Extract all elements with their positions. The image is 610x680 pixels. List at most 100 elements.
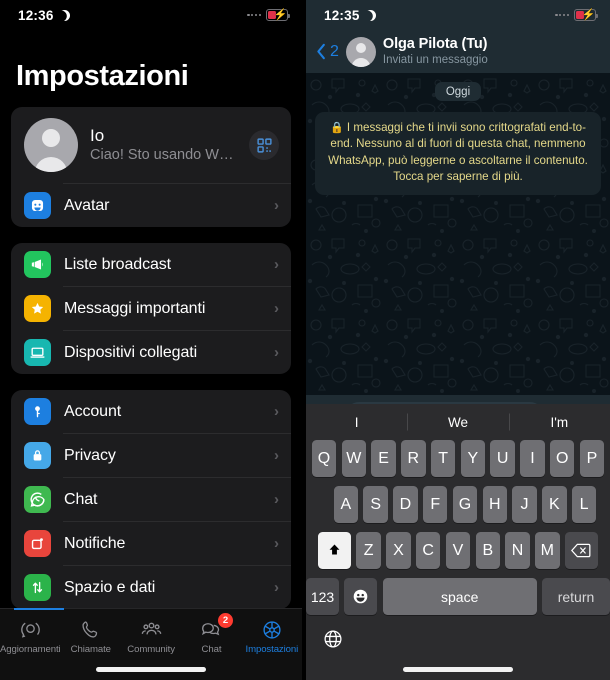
status-rings-icon xyxy=(20,618,41,641)
lock-emoji: 🔒 xyxy=(329,122,344,134)
return-key[interactable]: return xyxy=(542,578,610,615)
sidebar-item-notifiche[interactable]: Notifiche › xyxy=(11,522,291,565)
person-avatar-icon[interactable] xyxy=(345,36,376,67)
qr-code-icon[interactable] xyxy=(249,130,279,160)
keyboard-bottom-row xyxy=(306,624,610,672)
signal-dots-icon xyxy=(555,13,569,17)
shift-up-icon[interactable] xyxy=(318,532,352,569)
smiley-icon[interactable] xyxy=(344,578,378,615)
settings-screen: 12:36 ⚡ Impostazioni Io Ciao! Sto usando… xyxy=(0,0,302,680)
chevron-right-icon: › xyxy=(274,491,279,508)
key-t[interactable]: T xyxy=(430,440,456,477)
status-bar-right: 12:35 ⚡ xyxy=(306,0,610,30)
contact-name: Olga Pilota (Tu) xyxy=(382,36,488,52)
tab-chiamate[interactable]: Chiamate xyxy=(61,618,121,655)
tab-impostazioni[interactable]: Impostazioni xyxy=(242,618,302,655)
key-h[interactable]: H xyxy=(482,486,507,523)
chevron-right-icon: › xyxy=(274,535,279,552)
encryption-notice-text: I messaggi che ti invii sono crittografa… xyxy=(328,121,588,184)
key-w[interactable]: W xyxy=(341,440,366,477)
key-l[interactable]: L xyxy=(571,486,597,523)
suggestion-item[interactable]: We xyxy=(407,415,508,430)
key-n[interactable]: N xyxy=(505,532,530,569)
sidebar-item-chat[interactable]: Chat › xyxy=(11,478,291,521)
key-e[interactable]: E xyxy=(371,440,396,477)
row-label: Notifiche xyxy=(64,534,126,552)
keyboard-row-4: 123 space return xyxy=(306,578,610,615)
chat-screen: 12:35 ⚡ 2 Olga Pilota (Tu) Inviati un me… xyxy=(306,0,610,680)
key-o[interactable]: O xyxy=(550,440,575,477)
bottom-tab-bar: Aggiornamenti Chiamate Community 2 Chat … xyxy=(0,608,302,680)
globe-icon[interactable] xyxy=(322,628,344,655)
backspace-icon[interactable] xyxy=(564,532,598,569)
sidebar-item-spazio-e-dati[interactable]: Spazio e dati › xyxy=(11,566,291,609)
key-c[interactable]: C xyxy=(416,532,441,569)
back-button[interactable]: 2 xyxy=(315,42,339,61)
status-bar-left: 12:36 ⚡ xyxy=(0,0,302,30)
row-label: Avatar xyxy=(64,196,110,214)
row-label: Chat xyxy=(64,490,98,508)
key-m[interactable]: M xyxy=(535,532,560,569)
arrows-updown-icon xyxy=(24,574,51,601)
page-title: Impostazioni xyxy=(16,60,189,92)
key-b[interactable]: B xyxy=(475,532,500,569)
key-j[interactable]: J xyxy=(512,486,537,523)
crescent-moon-icon xyxy=(59,10,70,21)
crescent-moon-icon xyxy=(365,10,376,21)
phone-icon xyxy=(80,618,101,641)
laptop-icon xyxy=(24,339,51,366)
chat-header: 2 Olga Pilota (Tu) Inviati un messaggio xyxy=(306,30,610,73)
status-right-group: ⚡ xyxy=(555,9,599,21)
key-y[interactable]: Y xyxy=(460,440,486,477)
key-x[interactable]: X xyxy=(386,532,411,569)
contact-subtitle: Inviati un messaggio xyxy=(382,54,488,66)
profile-group: Io Ciao! Sto usando Whats... xyxy=(11,107,291,227)
chat-title-block[interactable]: Olga Pilota (Tu) Inviati un messaggio xyxy=(383,36,488,67)
tab-community[interactable]: Community xyxy=(121,618,181,655)
signal-dots-icon xyxy=(247,13,261,17)
key-p[interactable]: P xyxy=(579,440,605,477)
key-s[interactable]: S xyxy=(363,486,388,523)
key-q[interactable]: Q xyxy=(311,440,337,477)
suggestion-item[interactable]: I xyxy=(306,415,407,430)
space-key[interactable]: space xyxy=(382,578,537,615)
key-u[interactable]: U xyxy=(490,440,515,477)
status-left-group: 12:35 xyxy=(324,8,376,23)
profile-row[interactable]: Io Ciao! Sto usando Whats... xyxy=(11,107,291,183)
bell-icon xyxy=(24,530,51,557)
key-a[interactable]: A xyxy=(333,486,359,523)
key-g[interactable]: G xyxy=(452,486,478,523)
chevron-right-icon: › xyxy=(274,256,279,273)
row-label: Dispositivi collegati xyxy=(64,343,198,361)
status-time: 12:35 xyxy=(324,7,360,23)
tab-aggiornamenti[interactable]: Aggiornamenti xyxy=(0,618,61,655)
tab-label: Impostazioni xyxy=(245,644,299,655)
chevron-right-icon: › xyxy=(274,300,279,317)
numeric-key[interactable]: 123 xyxy=(306,578,339,615)
key-f[interactable]: F xyxy=(423,486,448,523)
sidebar-item-privacy[interactable]: Privacy › xyxy=(11,434,291,477)
key-r[interactable]: R xyxy=(401,440,426,477)
tab-chat[interactable]: 2 Chat xyxy=(181,613,241,655)
sidebar-item-account[interactable]: Account › xyxy=(11,390,291,433)
star-icon xyxy=(24,295,51,322)
tab-label: Community xyxy=(127,644,175,655)
sidebar-item-dispositivi-collegati[interactable]: Dispositivi collegati › xyxy=(11,331,291,374)
whatsapp-icon xyxy=(24,486,51,513)
key-v[interactable]: V xyxy=(445,532,471,569)
sidebar-item-avatar[interactable]: Avatar › xyxy=(11,184,291,227)
status-left-group: 12:36 xyxy=(18,8,70,23)
key-d[interactable]: D xyxy=(393,486,418,523)
suggestion-item[interactable]: I'm xyxy=(509,415,610,430)
chevron-right-icon: › xyxy=(274,403,279,420)
sidebar-item-liste-broadcast[interactable]: Liste broadcast › xyxy=(11,243,291,286)
key-i[interactable]: I xyxy=(520,440,545,477)
keyboard-suggestions: I We I'm xyxy=(306,404,610,440)
tab-label: Aggiornamenti xyxy=(0,644,61,655)
encryption-notice[interactable]: 🔒 I messaggi che ti invii sono crittogra… xyxy=(315,112,601,195)
key-k[interactable]: K xyxy=(542,486,567,523)
home-indicator xyxy=(96,667,206,672)
key-z[interactable]: Z xyxy=(356,532,381,569)
megaphone-icon xyxy=(24,251,51,278)
sidebar-item-messaggi-importanti[interactable]: Messaggi importanti › xyxy=(11,287,291,330)
